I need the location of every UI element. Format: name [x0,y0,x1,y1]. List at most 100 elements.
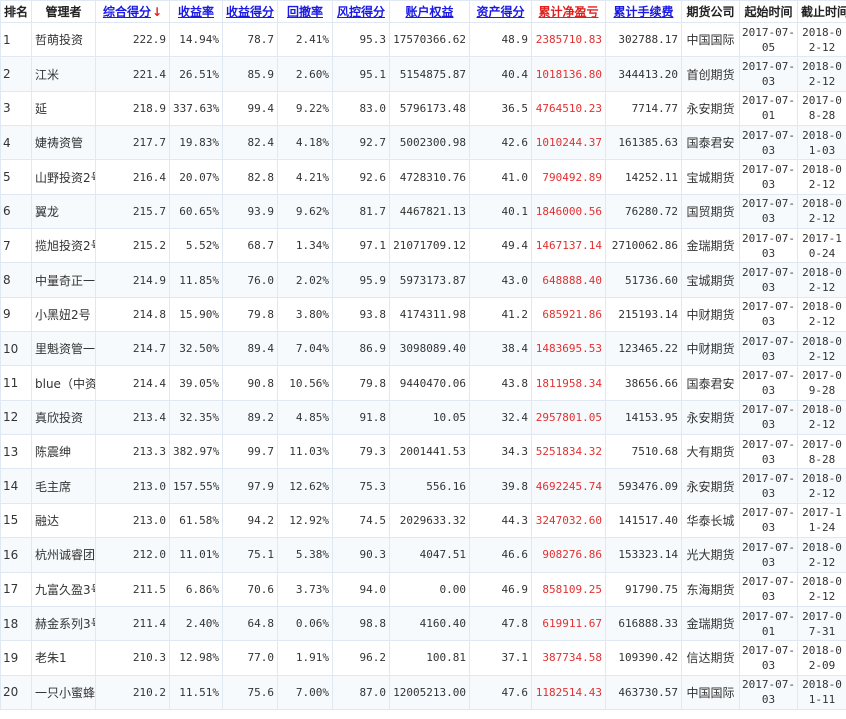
cell-asset-score: 43.0 [469,262,532,298]
cell-drawdown: 2.60% [277,56,333,92]
cell-manager-link[interactable]: 杭州诚睿团队 [31,537,96,573]
table-row[interactable]: 9 小黑妞2号 214.8 15.90% 79.8 3.80% 93.8 417… [0,296,846,333]
cell-return-rate: 61.58% [169,502,223,539]
cell-manager-link[interactable]: 小黑妞2号 [31,296,96,333]
table-row[interactable]: 6 翼龙 215.7 60.65% 93.9 9.62% 81.7 446782… [0,193,846,230]
cell-manager-link[interactable]: 真欣投资 [31,399,96,436]
table-row[interactable]: 20 一只小蜜蜂 210.2 11.51% 75.6 7.00% 87.0 12… [0,674,846,710]
cell-return-rate: 5.52% [169,228,223,264]
table-row[interactable]: 17 九富久盈3号 211.5 6.86% 70.6 3.73% 94.0 0.… [0,571,846,607]
cell-manager-link[interactable]: 哲萌投资 [31,21,96,58]
cell-drawdown: 9.22% [277,90,333,127]
cell-manager-link[interactable]: 揽旭投资2号 [31,228,96,264]
cell-rank: 12 [0,399,32,436]
header-company: 期货公司 [681,0,740,23]
cell-manager-link[interactable]: 赫金系列3号 [31,605,96,642]
cell-start-time: 2017-07-03 [739,365,798,401]
cell-fees: 91790.75 [605,571,682,607]
cell-composite-score: 217.7 [95,125,170,161]
cell-company: 国泰君安 [681,125,740,161]
cell-return-score: 77.0 [222,640,278,676]
cell-fees: 161385.63 [605,125,682,161]
cell-return-rate: 2.40% [169,605,223,642]
cell-risk-score: 79.3 [332,434,390,470]
cell-manager-link[interactable]: 江米 [31,56,96,92]
cell-manager-link[interactable]: 延 [31,90,96,127]
cell-asset-score: 42.6 [469,125,532,161]
cell-risk-score: 98.8 [332,605,390,642]
cell-manager-link[interactable]: 山野投资2号 [31,159,96,195]
cell-rank: 20 [0,674,32,710]
cell-risk-score: 94.0 [332,571,390,607]
sort-net-profit[interactable]: 累计净盈亏 [531,0,606,23]
table-row[interactable]: 1 哲萌投资 222.9 14.94% 78.7 2.41% 95.3 1757… [0,21,846,58]
cell-start-time: 2017-07-03 [739,228,798,264]
cell-asset-score: 36.5 [469,90,532,127]
cell-return-rate: 15.90% [169,296,223,333]
cell-return-score: 85.9 [222,56,278,92]
sort-drawdown[interactable]: 回撤率 [277,0,333,23]
cell-manager-link[interactable]: 毛主席 [31,468,96,504]
cell-drawdown: 3.80% [277,296,333,333]
table-row[interactable]: 4 婕祷资管 217.7 19.83% 82.4 4.18% 92.7 5002… [0,125,846,161]
table-row[interactable]: 3 延 218.9 337.63% 99.4 9.22% 83.0 579617… [0,90,846,127]
cell-net-profit: 648888.40 [531,262,606,298]
cell-manager-link[interactable]: 里魁资管一号 [31,331,96,367]
cell-manager-link[interactable]: 一只小蜜蜂 [31,674,96,710]
cell-manager-link[interactable]: 老朱1 [31,640,96,676]
cell-end-time: 2018-02-12 [797,399,846,436]
cell-manager-link[interactable]: 婕祷资管 [31,125,96,161]
table-row[interactable]: 12 真欣投资 213.4 32.35% 89.2 4.85% 91.8 10.… [0,399,846,436]
table-row[interactable]: 18 赫金系列3号 211.4 2.40% 64.8 0.06% 98.8 41… [0,605,846,642]
cell-drawdown: 12.62% [277,468,333,504]
cell-drawdown: 2.41% [277,21,333,58]
table-row[interactable]: 10 里魁资管一号 214.7 32.50% 89.4 7.04% 86.9 3… [0,331,846,367]
cell-manager-link[interactable]: 融达 [31,502,96,539]
table-row[interactable]: 7 揽旭投资2号 215.2 5.52% 68.7 1.34% 97.1 210… [0,228,846,264]
ranking-table: 排名 管理者 综合得分↓ 收益率 收益得分 回撤率 风控得分 账户权益 资产得分… [0,0,846,710]
sort-equity[interactable]: 账户权益 [389,0,470,23]
cell-composite-score: 212.0 [95,537,170,573]
cell-composite-score: 213.0 [95,468,170,504]
cell-fees: 215193.14 [605,296,682,333]
cell-manager-link[interactable]: 陈震绅 [31,434,96,470]
cell-equity: 2001441.53 [389,434,470,470]
table-row[interactable]: 5 山野投资2号 216.4 20.07% 82.8 4.21% 92.6 47… [0,159,846,195]
table-row[interactable]: 8 中量奇正一号 214.9 11.85% 76.0 2.02% 95.9 59… [0,262,846,298]
cell-risk-score: 96.2 [332,640,390,676]
header-manager: 管理者 [31,0,96,23]
cell-drawdown: 5.38% [277,537,333,573]
sort-return-score[interactable]: 收益得分 [222,0,278,23]
cell-equity: 4467821.13 [389,193,470,230]
sort-risk-score[interactable]: 风控得分 [332,0,390,23]
cell-company: 金瑞期货 [681,228,740,264]
table-row[interactable]: 14 毛主席 213.0 157.55% 97.9 12.62% 75.3 55… [0,468,846,504]
table-row[interactable]: 2 江米 221.4 26.51% 85.9 2.60% 95.1 515487… [0,56,846,92]
cell-return-score: 94.2 [222,502,278,539]
table-row[interactable]: 19 老朱1 210.3 12.98% 77.0 1.91% 96.2 100.… [0,640,846,676]
table-row[interactable]: 11 blue（中资） 214.4 39.05% 90.8 10.56% 79.… [0,365,846,401]
cell-composite-score: 222.9 [95,21,170,58]
cell-fees: 2710062.86 [605,228,682,264]
cell-rank: 13 [0,434,32,470]
cell-return-rate: 32.50% [169,331,223,367]
cell-risk-score: 92.6 [332,159,390,195]
table-row[interactable]: 16 杭州诚睿团队 212.0 11.01% 75.1 5.38% 90.3 4… [0,537,846,573]
sort-fees[interactable]: 累计手续费 [605,0,682,23]
cell-manager-link[interactable]: 中量奇正一号 [31,262,96,298]
cell-return-score: 75.6 [222,674,278,710]
cell-rank: 7 [0,228,32,264]
cell-manager-link[interactable]: 九富久盈3号 [31,571,96,607]
cell-net-profit: 1467137.14 [531,228,606,264]
table-row[interactable]: 13 陈震绅 213.3 382.97% 99.7 11.03% 79.3 20… [0,434,846,470]
cell-drawdown: 4.18% [277,125,333,161]
table-row[interactable]: 15 融达 213.0 61.58% 94.2 12.92% 74.5 2029… [0,502,846,539]
sort-asset-score[interactable]: 资产得分 [469,0,532,23]
sort-return-rate[interactable]: 收益率 [169,0,223,23]
cell-return-score: 89.4 [222,331,278,367]
sort-composite-score[interactable]: 综合得分↓ [95,0,170,23]
cell-fees: 593476.09 [605,468,682,504]
cell-manager-link[interactable]: blue（中资） [31,365,96,401]
cell-start-time: 2017-07-03 [739,193,798,230]
cell-manager-link[interactable]: 翼龙 [31,193,96,230]
